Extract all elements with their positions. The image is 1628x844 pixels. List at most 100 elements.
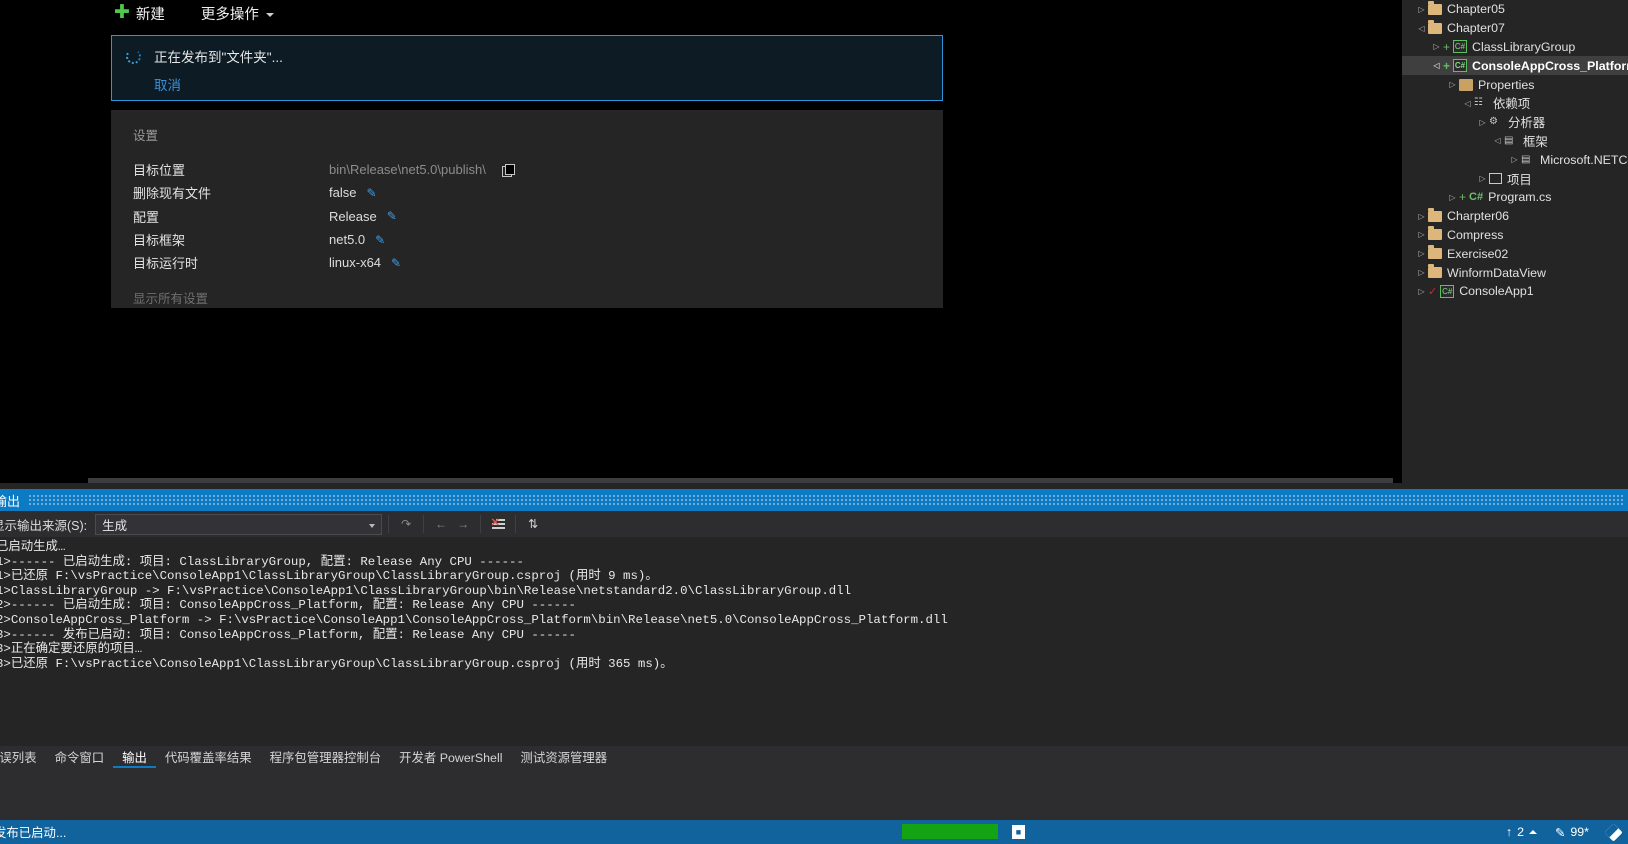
go-to-next-message-icon[interactable]: → — [452, 513, 474, 535]
folder-icon — [1428, 245, 1442, 260]
output-line: 2>ConsoleAppCross_Platform -> F:\vsPract… — [0, 612, 948, 627]
more-actions-button[interactable]: 更多操作 — [201, 3, 274, 24]
source-control-outgoing[interactable]: ↑ 2 — [1506, 825, 1537, 839]
dependencies-icon: ☷ — [1474, 97, 1483, 109]
spinner-icon — [126, 48, 141, 64]
tree-node-properties[interactable]: ▷ Properties — [1402, 75, 1628, 94]
folder-icon — [1428, 264, 1442, 279]
tree-node-classlibrarygroup[interactable]: ▷ + C# ClassLibraryGroup — [1402, 38, 1628, 57]
repository-status[interactable] — [1604, 822, 1623, 842]
cancel-publish-link[interactable]: 取消 — [154, 74, 928, 94]
tree-node-label: Microsoft.NETCore.App — [1540, 152, 1628, 167]
output-line: 3>已还原 F:\vsPractice\ConsoleApp1\ClassLib… — [0, 656, 673, 671]
setting-label: 配置 — [133, 209, 160, 225]
chevron-down-icon[interactable] — [369, 523, 376, 528]
toolbar-separator — [515, 515, 517, 533]
new-button-label: 新建 — [135, 6, 165, 23]
tree-node-microsoft-netcore-app[interactable]: ▷ ▤ Microsoft.NETCore.App — [1402, 150, 1628, 169]
chevron-down-icon[interactable]: ◁ — [1491, 136, 1504, 145]
show-all-settings-link[interactable]: 显示所有设置 — [133, 288, 943, 307]
chevron-right-icon[interactable]: ▷ — [1415, 268, 1428, 277]
properties-icon — [1459, 78, 1473, 91]
tab-developer-powershell[interactable]: 开发者 PowerShell — [390, 747, 511, 768]
output-toolbar: 显示输出来源(S): 生成 ↷ ← → ✕ ⇅ — [0, 511, 1628, 537]
setting-row: 目标位置 bin\Release\net5.0\publish\ — [133, 158, 943, 181]
tree-node-chapter07[interactable]: ◁ Chapter07 — [1402, 19, 1628, 38]
tree-node-label: Compress — [1447, 227, 1504, 242]
chevron-right-icon[interactable]: ▷ — [1415, 287, 1428, 296]
tree-node-projects[interactable]: ▷ 项目 — [1402, 169, 1628, 188]
publish-icon[interactable]: ■ — [1012, 825, 1025, 839]
pencil-icon: ✎ — [1555, 825, 1566, 840]
tree-node-charpter06[interactable]: ▷ Charpter06 — [1402, 207, 1628, 226]
pending-changes[interactable]: ✎ 99* — [1555, 825, 1589, 840]
tab-output[interactable]: 输出 — [113, 747, 156, 768]
toggle-word-wrap-icon[interactable]: ⇅ — [522, 513, 544, 535]
tab-package-manager-console[interactable]: 程序包管理器控制台 — [261, 747, 391, 768]
output-window-title: 输出 — [0, 493, 21, 509]
tree-node-winformdataview[interactable]: ▷ WinformDataView — [1402, 263, 1628, 282]
tree-node-compress[interactable]: ▷ Compress — [1402, 226, 1628, 245]
find-message-icon[interactable]: ↷ — [395, 513, 417, 535]
tree-node-label: 项目 — [1507, 172, 1532, 187]
setting-row: 配置 Release ✎ — [133, 205, 943, 228]
chevron-down-icon[interactable]: ◁ — [1415, 24, 1428, 33]
pencil-icon[interactable]: ✎ — [387, 209, 397, 223]
go-to-previous-message-icon[interactable]: ← — [430, 513, 452, 535]
tab-label: 命令窗口 — [54, 750, 105, 765]
clear-all-icon[interactable]: ✕ — [487, 513, 509, 535]
up-arrow-icon: ↑ — [1505, 825, 1513, 839]
tree-node-label: 框架 — [1523, 134, 1548, 149]
tree-node-consoleappcross-platform[interactable]: ◁ + C# ConsoleAppCross_Platform — [1402, 56, 1628, 76]
chevron-down-icon[interactable]: ◁ — [1430, 61, 1443, 70]
output-source-select[interactable]: 生成 — [95, 513, 383, 535]
output-text-area[interactable]: 已启动生成… 1>------ 已启动生成: 项目: ClassLibraryG… — [0, 537, 1628, 746]
copy-icon[interactable] — [501, 164, 515, 178]
chevron-right-icon[interactable]: ▷ — [1476, 118, 1489, 127]
output-line: 3>------ 发布已启动: 项目: ConsoleAppCross_Plat… — [0, 627, 576, 642]
tree-node-framework[interactable]: ◁ ▤ 框架 — [1402, 132, 1628, 151]
folder-icon — [1428, 226, 1442, 241]
new-publish-profile-button[interactable]: ✚ 新建 — [114, 3, 165, 24]
plus-icon: ✚ — [114, 1, 130, 23]
tree-node-chapter05[interactable]: ▷ Chapter05 — [1402, 0, 1628, 19]
tree-node-analyzers[interactable]: ▷ ⚙ 分析器 — [1402, 113, 1628, 132]
chevron-right-icon[interactable]: ▷ — [1415, 212, 1428, 221]
tab-command-window[interactable]: 命令窗口 — [46, 747, 114, 768]
chevron-down-icon[interactable]: ◁ — [1461, 99, 1474, 108]
status-bar-right: ↑ 2 ✎ 99* — [1488, 820, 1623, 844]
tree-node-label: Properties — [1478, 77, 1535, 92]
tab-test-explorer[interactable]: 测试资源管理器 — [511, 747, 616, 768]
chevron-right-icon[interactable]: ▷ — [1430, 42, 1443, 51]
tab-label: 测试资源管理器 — [520, 750, 608, 765]
chevron-right-icon[interactable]: ▷ — [1476, 174, 1489, 183]
chevron-right-icon[interactable]: ▷ — [1446, 80, 1459, 89]
pencil-icon[interactable]: ✎ — [366, 186, 376, 200]
tab-label: 开发者 PowerShell — [399, 750, 503, 765]
framework-icon: ▤ — [1504, 134, 1514, 146]
pending-changes-count: 99* — [1570, 825, 1589, 839]
chevron-right-icon[interactable]: ▷ — [1415, 230, 1428, 239]
output-line: 1>------ 已启动生成: 项目: ClassLibraryGroup, 配… — [0, 554, 524, 569]
pencil-icon[interactable]: ✎ — [391, 256, 401, 270]
setting-label: 目标框架 — [133, 233, 186, 249]
source-control-add-icon: + — [1443, 58, 1451, 73]
chevron-right-icon[interactable]: ▷ — [1415, 5, 1428, 14]
projects-icon — [1489, 173, 1502, 185]
chevron-right-icon[interactable]: ▷ — [1446, 193, 1459, 202]
tree-node-exercise02[interactable]: ▷ Exercise02 — [1402, 244, 1628, 263]
tree-node-dependencies[interactable]: ◁ ☷ 依赖项 — [1402, 94, 1628, 113]
output-title-bar[interactable]: 输出 — [0, 489, 1628, 511]
publish-document: ✚ 新建 更多操作 正在发布到"文件夹"... 取消 设置 目标位置 bin\R… — [88, 0, 1393, 483]
chevron-right-icon[interactable]: ▷ — [1508, 155, 1521, 164]
tree-node-label: Chapter05 — [1447, 2, 1505, 17]
tree-node-program-cs[interactable]: ▷ + C# Program.cs — [1402, 188, 1628, 207]
setting-row: 目标运行时 linux-x64 ✎ — [133, 251, 943, 274]
pencil-icon[interactable]: ✎ — [375, 233, 385, 247]
tree-node-label: Charpter06 — [1447, 209, 1509, 224]
tab-error-list[interactable]: 错误列表 — [0, 747, 46, 768]
drag-handle[interactable] — [28, 494, 1624, 506]
chevron-right-icon[interactable]: ▷ — [1415, 249, 1428, 258]
tab-code-coverage-results[interactable]: 代码覆盖率结果 — [156, 747, 261, 768]
tree-node-consoleapp1[interactable]: ▷ ✓ C# ConsoleApp1 — [1402, 282, 1628, 301]
